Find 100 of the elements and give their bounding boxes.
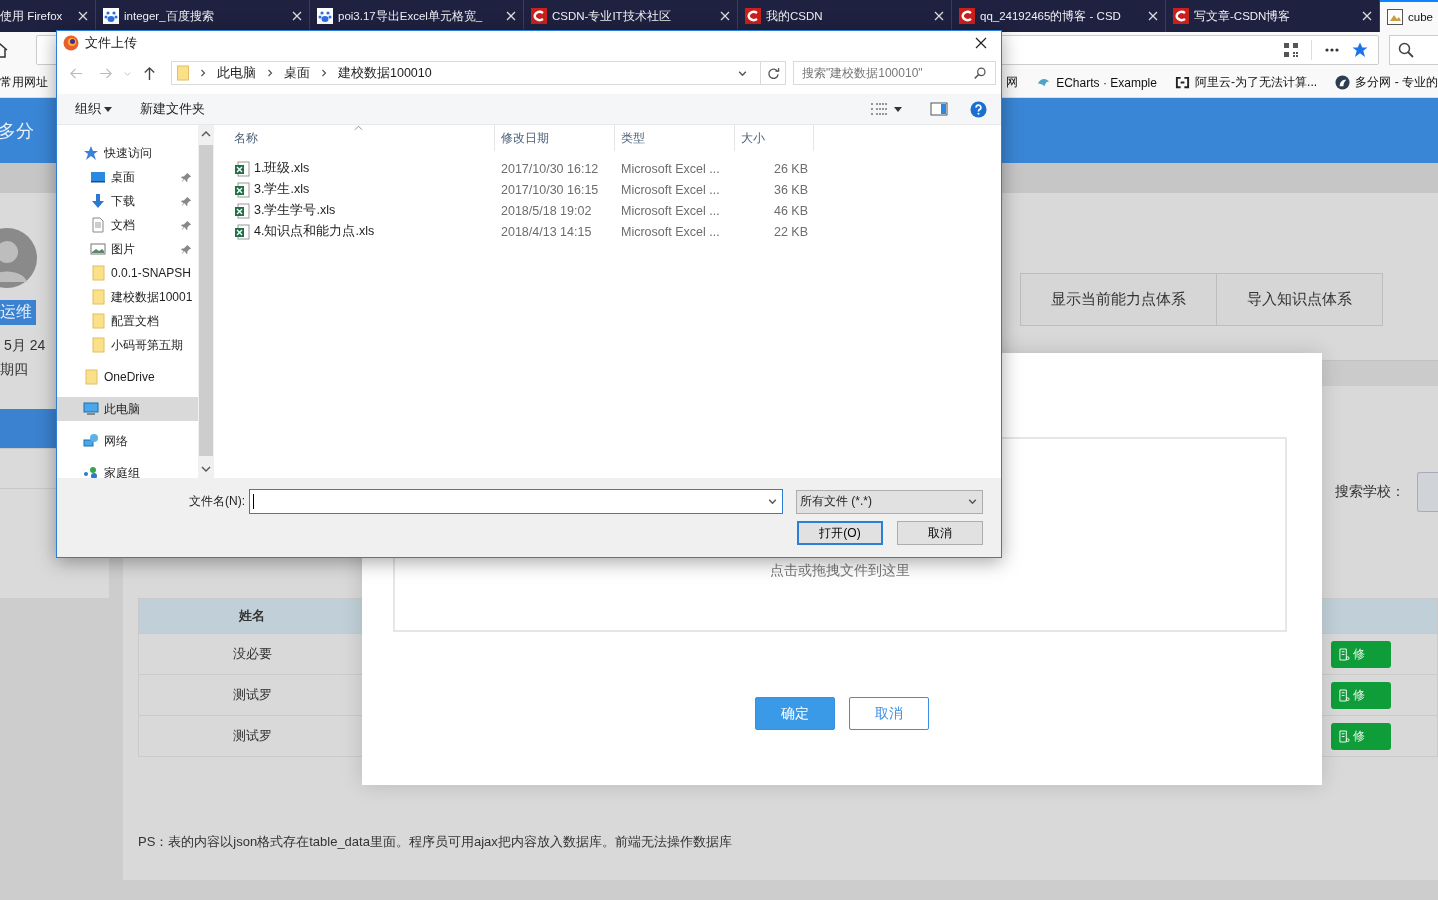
view-list-icon[interactable] xyxy=(870,101,888,117)
folder-icon xyxy=(90,337,106,353)
qr-code-icon[interactable] xyxy=(1283,42,1299,58)
star-icon xyxy=(83,145,99,161)
desktop-icon xyxy=(90,169,106,185)
search-label: 搜索学校： xyxy=(1335,483,1405,501)
close-icon[interactable] xyxy=(975,37,987,49)
table-cell-text: 2017/10/30 16:15 xyxy=(500,182,600,197)
nav-item[interactable]: 家庭组 xyxy=(57,461,198,478)
nav-item[interactable]: 文档 xyxy=(57,213,198,237)
column-header: 姓名 xyxy=(238,607,266,625)
document-icon xyxy=(90,217,106,233)
bookmark-link[interactable]: 多分网 - 专业的 xyxy=(1335,74,1438,91)
table-cell-text: 26 KB xyxy=(772,161,809,176)
computer-icon xyxy=(83,401,99,417)
organize-menu[interactable]: 组织 xyxy=(75,100,113,118)
scroll-thumb[interactable] xyxy=(199,145,213,456)
caret-icon xyxy=(104,106,113,112)
nav-item[interactable]: 此电脑 xyxy=(57,397,198,421)
table-cell-text: 36 KB xyxy=(772,182,809,197)
file-name[interactable]: 4.知识点和能力点.xls xyxy=(234,223,495,240)
table-cell-text: 测试罗 xyxy=(231,686,273,704)
search-icon xyxy=(1398,42,1414,58)
edit-icon xyxy=(1339,688,1350,702)
edit-icon xyxy=(1339,647,1350,661)
search-icon xyxy=(974,66,987,80)
nav-item[interactable]: 快速访问 xyxy=(57,141,198,165)
nav-item[interactable]: 建校数据10001 xyxy=(57,285,198,309)
browser-tab[interactable]: cube xyxy=(1380,0,1438,32)
file-name[interactable]: 3.学生.xls xyxy=(234,181,495,198)
table-cell-text: 2018/4/13 14:15 xyxy=(500,224,593,239)
bracket-icon xyxy=(1175,75,1191,90)
help-icon[interactable] xyxy=(970,100,987,118)
star-icon[interactable] xyxy=(1352,42,1368,58)
image-icon xyxy=(1387,9,1403,25)
date-text: 5月 24 xyxy=(4,337,46,355)
note-text: PS：表的内容以json格式存在table_data里面。程序员可用ajax把内容放入数据库。前端无法操作数据库 xyxy=(138,833,733,851)
scroll-down-icon[interactable] xyxy=(201,466,211,472)
table-cell-text: 2017/10/30 16:12 xyxy=(500,161,600,176)
nav-item[interactable]: 0.0.1-SNAPSH xyxy=(57,261,198,285)
column-header[interactable]: 类型 xyxy=(615,125,735,151)
paw-icon xyxy=(317,8,333,24)
drop-hint: 点击或拖拽文件到这里 xyxy=(770,562,910,580)
nav-item[interactable]: 网络 xyxy=(57,429,198,453)
bookmark-link[interactable]: ECharts · Example xyxy=(1036,74,1157,91)
search-placeholder: 搜索"建校数据100010" xyxy=(802,64,924,82)
c-logo-icon xyxy=(531,8,547,24)
folder-icon xyxy=(177,65,189,81)
c-logo-icon xyxy=(1173,8,1189,24)
file-name[interactable]: 3.学生学号.xls xyxy=(234,202,495,219)
file-name[interactable]: 1.班级.xls xyxy=(234,160,495,177)
nav-item[interactable]: 下载 xyxy=(57,189,198,213)
toolbar-button[interactable]: 新建文件夹 xyxy=(140,100,206,118)
table-cell-text: Microsoft Excel ... xyxy=(620,203,721,218)
action-button[interactable]: 显示当前能力点体系 xyxy=(1020,273,1217,326)
address-bar[interactable]: 此电脑 桌面 建校数据100010 xyxy=(171,61,786,85)
dialog-title: 文件上传 xyxy=(85,34,138,52)
caret-icon[interactable] xyxy=(894,106,902,112)
column-header[interactable]: 修改日期 xyxy=(495,125,615,151)
refresh-icon xyxy=(766,66,780,80)
nav-item[interactable]: 小码哥第五期 xyxy=(57,333,198,357)
spreadsheet-icon xyxy=(234,202,250,219)
search-field[interactable] xyxy=(1389,35,1438,65)
edit-icon xyxy=(1339,729,1350,743)
cancel-button[interactable]: 取消 xyxy=(849,697,929,730)
open-button[interactable]: 打开(O) xyxy=(797,521,883,545)
up-arrow-icon[interactable] xyxy=(142,65,157,81)
folder-icon xyxy=(83,369,99,385)
chevron-right-icon xyxy=(321,69,327,77)
nav-item[interactable]: 配置文档 xyxy=(57,309,198,333)
column-header[interactable]: 大小 xyxy=(735,125,814,151)
breadcrumb[interactable]: 桌面 xyxy=(284,64,310,82)
file-type-dropdown[interactable]: 所有文件 (*.*) xyxy=(796,489,983,514)
network-icon xyxy=(83,433,99,449)
folder-icon xyxy=(90,289,106,305)
table-cell-text: 22 KB xyxy=(772,224,809,239)
nav-item[interactable]: 图片 xyxy=(57,237,198,261)
weekday-text: 期四 xyxy=(0,361,28,379)
table-cell-text: 没必要 xyxy=(231,645,273,663)
bookmark-link[interactable]: 常用网址 xyxy=(0,74,48,91)
column-header[interactable]: 名称 xyxy=(234,125,495,151)
browser-logo-icon xyxy=(63,35,79,51)
action-button[interactable]: 导入知识点体系 xyxy=(1217,273,1383,326)
nav-item[interactable]: 桌面 xyxy=(57,165,198,189)
logo-icon xyxy=(1335,75,1351,90)
nav-item[interactable]: OneDrive xyxy=(57,365,198,389)
c-logo-icon xyxy=(745,8,761,24)
school-search-field[interactable] xyxy=(1417,472,1438,512)
folder-icon xyxy=(90,313,106,329)
filename-field[interactable] xyxy=(249,489,783,514)
image-icon xyxy=(90,241,106,257)
scroll-up-icon[interactable] xyxy=(201,131,211,137)
bookmark-link[interactable]: 阿里云-为了无法计算... xyxy=(1175,74,1318,91)
preview-pane-icon[interactable] xyxy=(930,101,948,117)
breadcrumb[interactable]: 建校数据100010 xyxy=(338,64,432,82)
chevron-right-icon xyxy=(267,69,273,77)
cancel-button[interactable]: 取消 xyxy=(897,521,983,545)
search-field[interactable]: 搜索"建校数据100010" xyxy=(793,61,996,85)
bookmark-link[interactable]: 网 xyxy=(1006,74,1018,91)
breadcrumb[interactable]: 此电脑 xyxy=(217,64,256,82)
